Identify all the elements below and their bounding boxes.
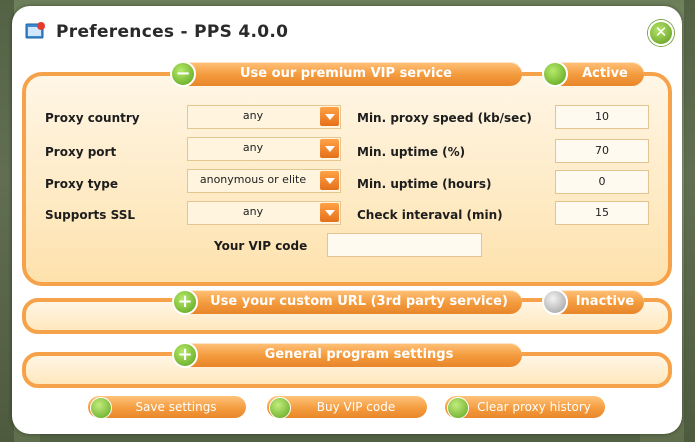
dropdown-arrow-icon[interactable]	[320, 139, 339, 158]
proxy-port-select[interactable]: any	[187, 137, 341, 161]
dropdown-arrow-icon[interactable]	[320, 107, 339, 126]
supports-ssl-label: Supports SSL	[45, 208, 135, 222]
proxy-type-select[interactable]: anonymous or elite	[187, 169, 341, 193]
proxy-country-label: Proxy country	[45, 111, 140, 125]
min-speed-field[interactable]: 10	[555, 105, 649, 129]
custom-url-status-toggle[interactable]: Inactive	[542, 289, 644, 315]
min-speed-label: Min. proxy speed (kb/sec)	[357, 111, 532, 125]
buy-vip-code-button[interactable]: Buy VIP code	[267, 396, 427, 419]
min-uptime-pct-field[interactable]: 70	[555, 139, 649, 163]
preferences-window: Preferences - PPS 4.0.0 ✕ − Use our prem…	[12, 6, 682, 434]
supports-ssl-select[interactable]: any	[187, 201, 341, 225]
vip-code-label: Your VIP code	[214, 239, 308, 253]
min-uptime-hours-label: Min. uptime (hours)	[357, 177, 492, 191]
vip-status-toggle[interactable]: Active	[542, 61, 644, 87]
proxy-port-label: Proxy port	[45, 145, 117, 159]
check-interval-label: Check interaval (min)	[357, 208, 503, 222]
plus-icon[interactable]: +	[172, 342, 198, 368]
proxy-country-select[interactable]: any	[187, 105, 341, 129]
dropdown-arrow-icon[interactable]	[320, 171, 339, 190]
min-uptime-hours-field[interactable]: 0	[555, 170, 649, 194]
clear-proxy-history-button[interactable]: Clear proxy history	[445, 396, 605, 419]
proxy-type-label: Proxy type	[45, 177, 118, 191]
vip-code-input[interactable]	[327, 233, 482, 257]
app-window-icon	[25, 22, 45, 39]
status-inactive-icon	[542, 289, 568, 315]
custom-url-header[interactable]: + Use your custom URL (3rd party service…	[172, 289, 522, 315]
check-interval-field[interactable]: 15	[555, 201, 649, 225]
floppy-disk-icon	[90, 397, 112, 419]
key-icon	[269, 397, 291, 419]
download-arrow-icon	[447, 397, 469, 419]
status-active-icon	[542, 61, 568, 87]
vip-service-header[interactable]: − Use our premium VIP service	[170, 61, 522, 87]
plus-icon[interactable]: +	[172, 289, 198, 315]
window-title: Preferences - PPS 4.0.0	[56, 22, 289, 42]
min-uptime-pct-label: Min. uptime (%)	[357, 145, 466, 159]
save-settings-button[interactable]: Save settings	[88, 396, 246, 419]
dropdown-arrow-icon[interactable]	[320, 203, 339, 222]
close-icon[interactable]: ✕	[648, 20, 674, 46]
title-bar: Preferences - PPS 4.0.0 ✕	[12, 6, 682, 54]
general-settings-header[interactable]: + General program settings	[172, 342, 522, 368]
